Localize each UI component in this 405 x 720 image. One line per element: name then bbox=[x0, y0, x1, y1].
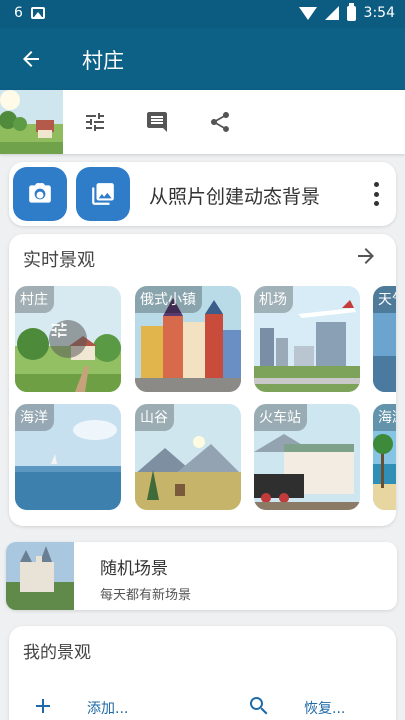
comment-button[interactable] bbox=[143, 108, 171, 136]
signal-icon bbox=[324, 6, 339, 20]
scene-tile-label: 海滩 bbox=[373, 404, 396, 431]
scene-tile-ocean[interactable]: 海洋 bbox=[15, 404, 121, 510]
create-from-photo-card: 从照片创建动态背景 bbox=[9, 162, 396, 226]
share-icon bbox=[211, 112, 229, 132]
comment-icon bbox=[147, 112, 167, 132]
search-icon bbox=[250, 697, 268, 715]
gallery-button[interactable] bbox=[76, 167, 130, 221]
scene-tile-airport[interactable]: 机场 bbox=[254, 286, 360, 392]
arrow-back-icon bbox=[23, 51, 39, 67]
share-button[interactable] bbox=[206, 108, 234, 136]
restore-scene-label[interactable]: 恢复... bbox=[304, 698, 345, 718]
random-scene-title: 随机场景 bbox=[100, 559, 168, 579]
scene-tile-valley[interactable]: 山谷 bbox=[135, 404, 241, 510]
random-scene-thumbnail bbox=[6, 542, 74, 610]
add-scene-button[interactable] bbox=[31, 694, 55, 720]
see-all-button[interactable] bbox=[354, 244, 378, 272]
battery-icon bbox=[346, 2, 356, 21]
scene-tile-label: 村庄 bbox=[15, 286, 54, 313]
scene-tile-label: 山谷 bbox=[135, 404, 174, 431]
my-scenes-card: 我的景观 添加... 恢复... bbox=[9, 626, 396, 720]
scene-tile-label: 火车站 bbox=[254, 404, 307, 431]
add-icon bbox=[36, 699, 50, 713]
current-scene-thumbnail[interactable] bbox=[0, 90, 63, 154]
scene-tile-label: 天气 bbox=[373, 286, 396, 313]
scene-tile-russian-town[interactable]: 俄式小镇 bbox=[135, 286, 241, 392]
status-bar: 6 3:54 bbox=[0, 0, 405, 28]
add-scene-label[interactable]: 添加... bbox=[87, 698, 128, 718]
page-title: 村庄 bbox=[82, 49, 124, 73]
live-scenes-title: 实时景观 bbox=[23, 250, 95, 271]
live-scenes-card: 实时景观 村庄 俄式小镇 机场 天 海洋 山谷 火车站 海 bbox=[9, 234, 396, 526]
app-bar: 村庄 bbox=[0, 28, 405, 90]
photo-library-icon bbox=[92, 183, 114, 205]
restore-scene-button[interactable] bbox=[247, 694, 271, 720]
scene-tile-label: 机场 bbox=[254, 286, 293, 313]
wifi-icon bbox=[298, 6, 317, 20]
status-time: 3:54 bbox=[363, 5, 395, 21]
scene-tile-village[interactable]: 村庄 bbox=[15, 286, 121, 392]
scene-tile-label: 俄式小镇 bbox=[135, 286, 202, 313]
camera-icon bbox=[29, 183, 51, 203]
my-scenes-title: 我的景观 bbox=[23, 643, 91, 663]
camera-button[interactable] bbox=[13, 167, 67, 221]
my-scenes-actions: 添加... 恢复... bbox=[9, 694, 396, 720]
back-button[interactable] bbox=[14, 42, 48, 76]
random-scene-subtitle: 每天都有新场景 bbox=[100, 588, 192, 603]
tune-button[interactable] bbox=[81, 108, 109, 136]
random-scene-card[interactable]: 随机场景 每天都有新场景 bbox=[6, 542, 397, 610]
scene-tile-label: 海洋 bbox=[15, 404, 54, 431]
scene-toolbar bbox=[0, 90, 405, 154]
arrow-forward-icon bbox=[358, 248, 374, 264]
notification-count: 6 bbox=[14, 5, 23, 21]
scene-tile-train-station[interactable]: 火车站 bbox=[254, 404, 360, 510]
image-notification-icon bbox=[30, 7, 45, 19]
more-options-icon[interactable] bbox=[372, 182, 380, 206]
scene-tile-weather[interactable]: 天气 bbox=[373, 286, 396, 392]
scene-tile-beach[interactable]: 海滩 bbox=[373, 404, 396, 510]
create-from-photo-label[interactable]: 从照片创建动态背景 bbox=[149, 182, 320, 209]
tune-icon bbox=[86, 113, 104, 131]
tune-overlay-icon[interactable] bbox=[49, 320, 87, 358]
